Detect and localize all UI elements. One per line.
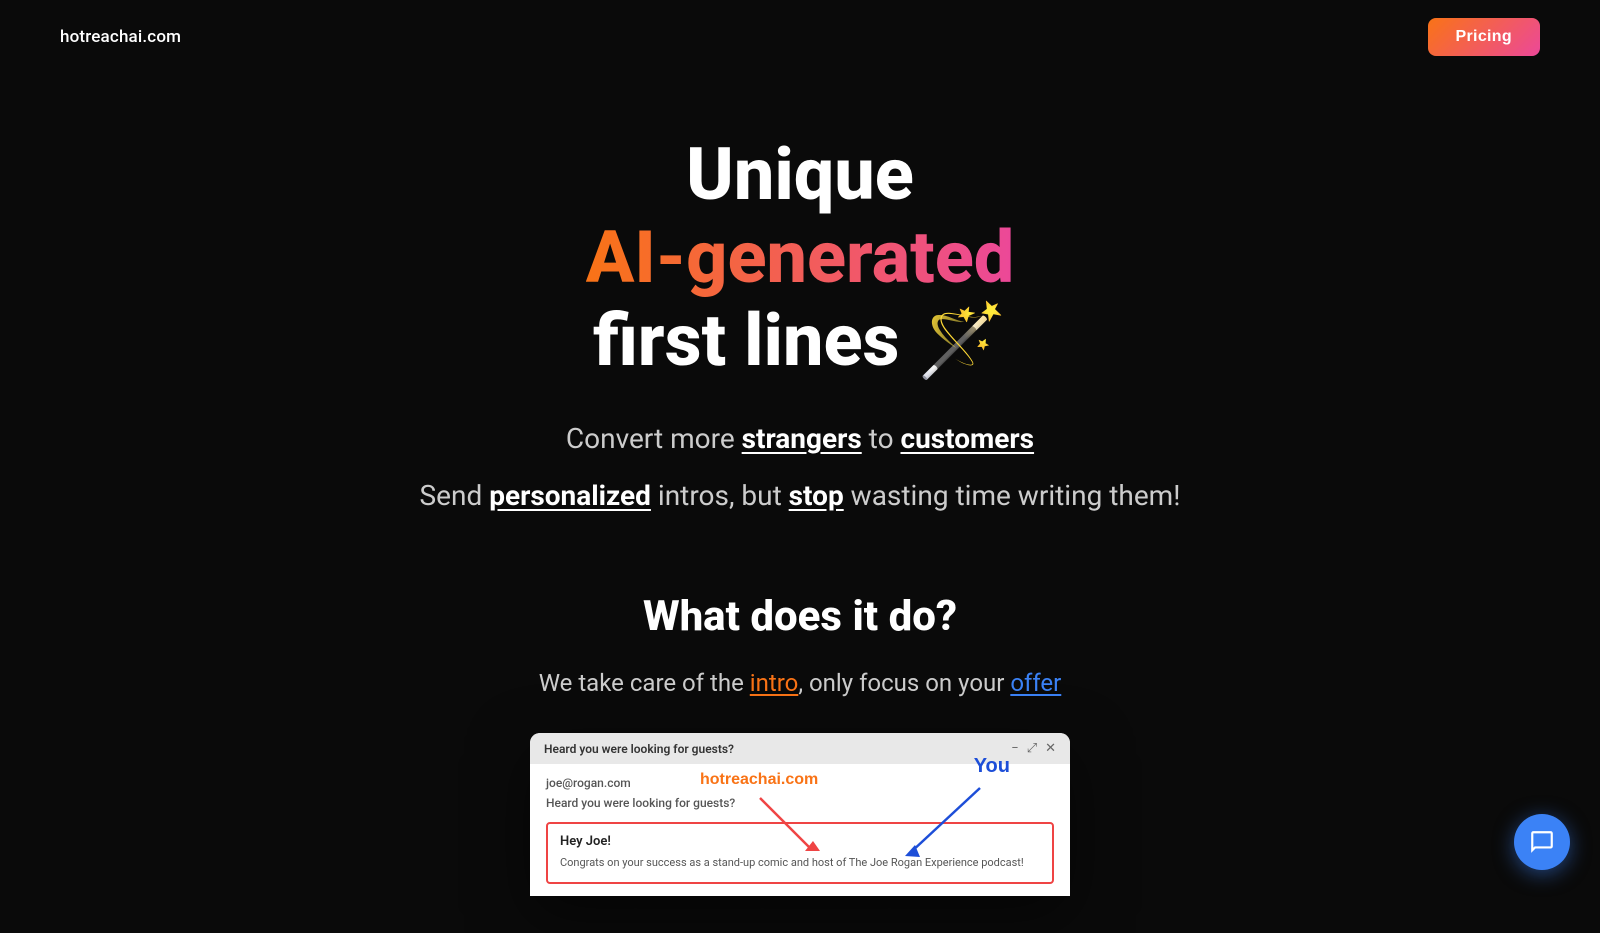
- pricing-button[interactable]: Pricing: [1428, 18, 1540, 56]
- hero-line2: AI-generated: [586, 215, 1015, 300]
- hero-section: Unique AI-generated first lines 🪄 Conver…: [0, 74, 1600, 532]
- chat-bubble[interactable]: [1514, 814, 1570, 870]
- subtitle2-prefix: Send: [420, 479, 490, 512]
- email-text: Congrats on your success as a stand-up c…: [560, 855, 1040, 872]
- subtitle2-suffix: wasting time writing them!: [844, 479, 1181, 512]
- subtitle1-customers: customers: [900, 422, 1034, 455]
- subtitle2-stop: stop: [789, 479, 844, 512]
- email-content-box: Hey Joe! Congrats on your success as a s…: [546, 822, 1054, 884]
- email-controls: − ⤢ ✕: [1011, 741, 1056, 756]
- subtitle2-personalized: personalized: [489, 479, 651, 512]
- subtitle2-middle: intros, but: [651, 479, 789, 512]
- desc-middle: , only focus on your: [798, 669, 1010, 697]
- subtitle1-middle: to: [862, 422, 901, 455]
- subtitle1-prefix: Convert more: [566, 422, 742, 455]
- close-icon[interactable]: ✕: [1045, 741, 1056, 756]
- hero-line1: Unique: [686, 132, 914, 217]
- hero-title: Unique AI-generated first lines 🪄: [20, 134, 1580, 382]
- email-demo-container: Heard you were looking for guests? − ⤢ ✕…: [0, 733, 1600, 916]
- section-desc: We take care of the intro, only focus on…: [0, 669, 1600, 697]
- section-title: What does it do?: [0, 592, 1600, 641]
- email-subject-bar: Heard you were looking for guests?: [544, 742, 734, 756]
- minimize-icon[interactable]: −: [1011, 741, 1018, 756]
- what-section: What does it do? We take care of the int…: [0, 592, 1600, 916]
- annotation-hotreachai: hotreachai.com: [700, 771, 818, 789]
- expand-icon[interactable]: ⤢: [1027, 741, 1037, 756]
- hero-subtitle-1: Convert more strangers to customers: [20, 422, 1580, 455]
- offer-link[interactable]: offer: [1010, 669, 1061, 697]
- desc-prefix: We take care of the: [539, 669, 750, 697]
- hero-line3: first lines 🪄: [593, 298, 1007, 383]
- chat-icon: [1529, 829, 1555, 855]
- subtitle1-strangers: strangers: [742, 422, 862, 455]
- nav-logo[interactable]: hotreachai.com: [60, 27, 181, 47]
- email-subject-line: Heard you were looking for guests?: [546, 796, 1054, 810]
- hero-subtitle-2: Send personalized intros, but stop wasti…: [20, 479, 1580, 512]
- email-window: Heard you were looking for guests? − ⤢ ✕…: [530, 733, 1070, 896]
- email-greeting: Hey Joe!: [560, 834, 1040, 849]
- annotation-you: You: [974, 755, 1010, 778]
- navbar: hotreachai.com Pricing: [0, 0, 1600, 74]
- intro-link[interactable]: intro: [750, 669, 799, 697]
